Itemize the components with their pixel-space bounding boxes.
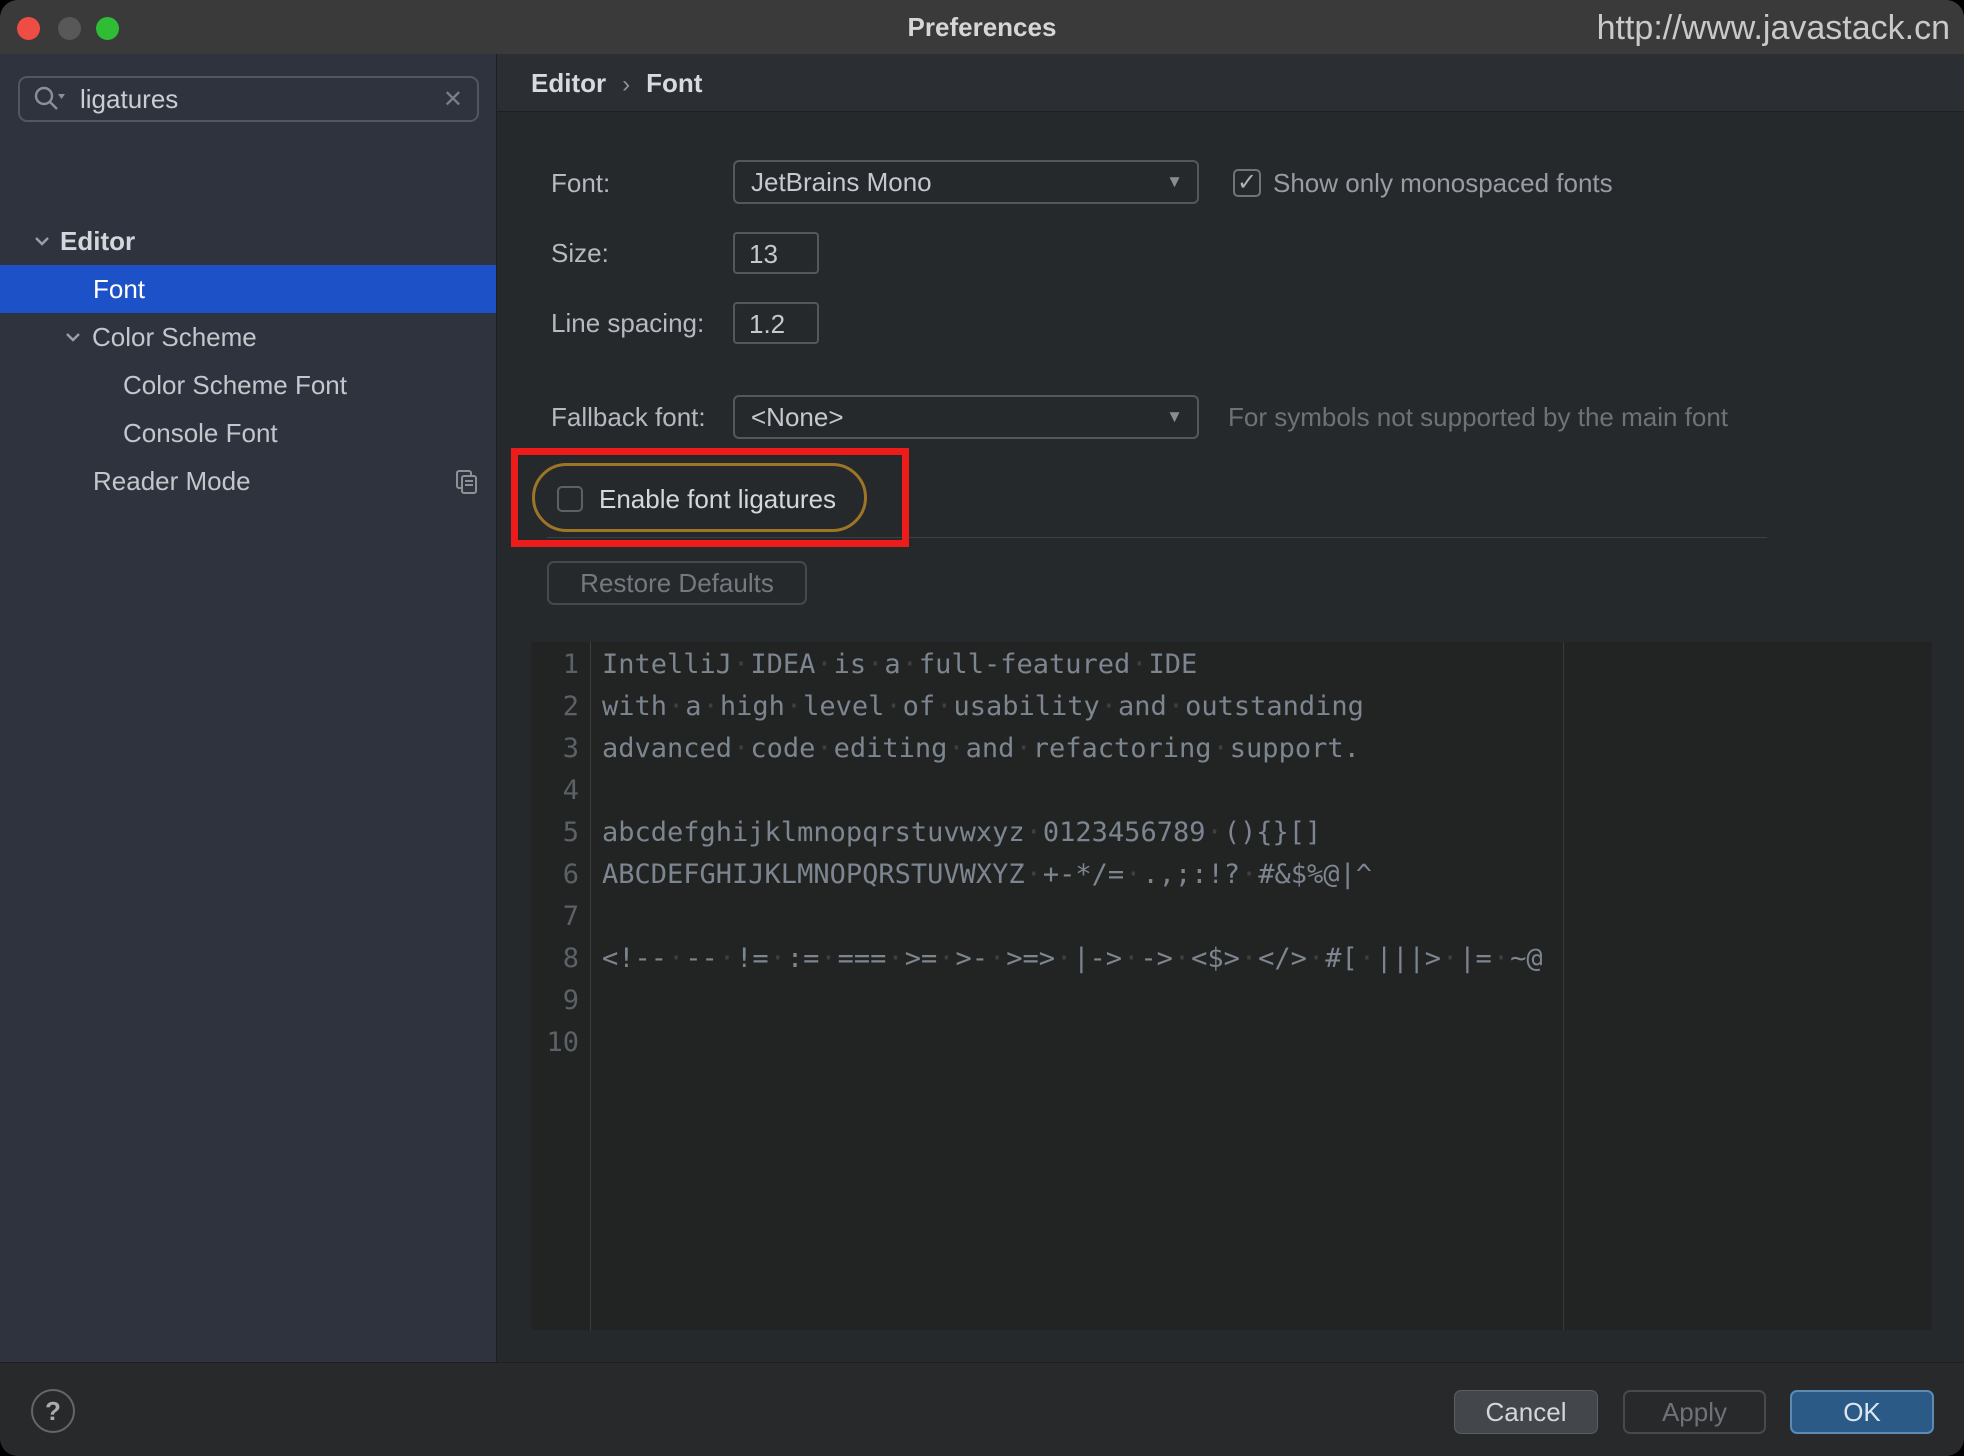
chevron-down-icon[interactable]	[62, 326, 84, 348]
breadcrumb: Editor›Font	[531, 54, 702, 112]
line-number: 2	[531, 686, 579, 728]
help-button[interactable]: ?	[31, 1389, 75, 1433]
code-text: with·a·high·level·of·usability·and·outst…	[602, 686, 1364, 728]
tree-item-color-scheme[interactable]: Color Scheme	[0, 313, 496, 361]
tree-label: Reader Mode	[93, 466, 251, 497]
breadcrumb-font: Font	[646, 68, 702, 98]
ok-button[interactable]: OK	[1790, 1390, 1934, 1434]
ligatures-checkbox[interactable]	[557, 486, 583, 512]
fallback-font-value: <None>	[751, 402, 1166, 433]
font-family-dropdown[interactable]: JetBrains Mono ▼	[733, 160, 1199, 204]
restore-defaults-button[interactable]: Restore Defaults	[547, 561, 807, 605]
fallback-font-dropdown[interactable]: <None> ▼	[733, 395, 1199, 439]
breadcrumb-separator: ›	[606, 71, 646, 98]
apply-button[interactable]: Apply	[1623, 1390, 1766, 1434]
tree-label: Color Scheme	[92, 322, 257, 353]
dropdown-arrow-icon: ▼	[1166, 172, 1183, 192]
cancel-button[interactable]: Cancel	[1454, 1390, 1598, 1434]
font-family-value: JetBrains Mono	[751, 167, 1166, 198]
font-preview-editor[interactable]: 1 IntelliJ·IDEA·is·a·full-featured·IDE 2 wi…	[531, 642, 1932, 1330]
code-line: 7	[531, 896, 1932, 938]
code-text: ABCDEFGHIJKLMNOPQRSTUVWXYZ·+-*/=·.,;:!?·…	[602, 854, 1372, 896]
monospaced-checkbox[interactable]	[1233, 169, 1261, 197]
code-line: 1 IntelliJ·IDEA·is·a·full-featured·IDE	[531, 644, 1932, 686]
line-number: 5	[531, 812, 579, 854]
clear-search-icon[interactable]: ✕	[443, 85, 463, 114]
code-line: 2 with·a·high·level·of·usability·and·outs…	[531, 686, 1932, 728]
dialog-footer: ? Cancel Apply OK	[0, 1362, 1964, 1456]
chevron-down-icon[interactable]	[31, 230, 53, 252]
ligatures-checkbox-label[interactable]: Enable font ligatures	[599, 483, 836, 515]
titlebar: Preferences http://www.javastack.cn	[0, 0, 1964, 55]
font-label: Font:	[551, 167, 610, 199]
copy-pages-icon	[455, 469, 479, 502]
line-number: 6	[531, 854, 579, 896]
line-number: 8	[531, 938, 579, 980]
line-number: 1	[531, 644, 579, 686]
code-line: 3 advanced·code·editing·and·refactoring·s…	[531, 728, 1932, 770]
tree-label: Font	[93, 274, 145, 305]
fallback-font-label: Fallback font:	[551, 401, 706, 433]
settings-sidebar: ligatures ✕ Editor Font Color Scheme Col…	[0, 54, 497, 1362]
code-line: 4	[531, 770, 1932, 812]
tree-item-color-scheme-font[interactable]: Color Scheme Font	[0, 361, 496, 409]
tree-item-reader-mode[interactable]: Reader Mode	[0, 457, 496, 505]
line-number: 4	[531, 770, 579, 812]
tree-label: Color Scheme Font	[123, 370, 347, 401]
tree-item-font[interactable]: Font	[0, 265, 496, 313]
line-number: 3	[531, 728, 579, 770]
code-text: IntelliJ·IDEA·is·a·full-featured·IDE	[602, 644, 1197, 686]
line-number: 7	[531, 896, 579, 938]
code-line: 5 abcdefghijklmnopqrstuvwxyz·0123456789·(…	[531, 812, 1932, 854]
tree-label: Editor	[60, 226, 135, 257]
tree-label: Console Font	[123, 418, 278, 449]
size-label: Size:	[551, 237, 609, 269]
watermark-url: http://www.javastack.cn	[1597, 0, 1950, 54]
code-line: 6 ABCDEFGHIJKLMNOPQRSTUVWXYZ·+-*/=·.,;:!?…	[531, 854, 1932, 896]
line-number: 9	[531, 980, 579, 1022]
tree-item-editor[interactable]: Editor	[0, 217, 496, 265]
line-number: 10	[531, 1022, 579, 1064]
search-value: ligatures	[80, 84, 443, 115]
line-spacing-input[interactable]: 1.2	[733, 302, 819, 344]
search-input[interactable]: ligatures ✕	[18, 76, 479, 122]
breadcrumb-bar: Editor›Font	[497, 54, 1964, 112]
code-text: <!--·--·!=·:=·===·>=·>-·>=>·|->·->·<$>·<…	[602, 938, 1543, 980]
fallback-font-hint: For symbols not supported by the main fo…	[1228, 401, 1728, 433]
size-input[interactable]: 13	[733, 232, 819, 274]
code-line: 10	[531, 1022, 1932, 1064]
dropdown-arrow-icon: ▼	[1166, 407, 1183, 427]
code-line: 9	[531, 980, 1932, 1022]
line-spacing-label: Line spacing:	[551, 307, 704, 339]
tree-item-console-font[interactable]: Console Font	[0, 409, 496, 457]
code-text: abcdefghijklmnopqrstuvwxyz·0123456789·()…	[602, 812, 1321, 854]
monospaced-checkbox-label[interactable]: Show only monospaced fonts	[1273, 167, 1613, 199]
search-icon	[32, 84, 66, 114]
preferences-window: Preferences http://www.javastack.cn liga…	[0, 0, 1964, 1456]
code-line: 8 <!--·--·!=·:=·===·>=·>-·>=>·|->·->·<$>·…	[531, 938, 1932, 980]
breadcrumb-editor[interactable]: Editor	[531, 68, 606, 98]
font-settings-panel: Editor›Font Font: JetBrains Mono ▼ Show …	[497, 54, 1964, 1362]
code-text: advanced·code·editing·and·refactoring·su…	[602, 728, 1360, 770]
